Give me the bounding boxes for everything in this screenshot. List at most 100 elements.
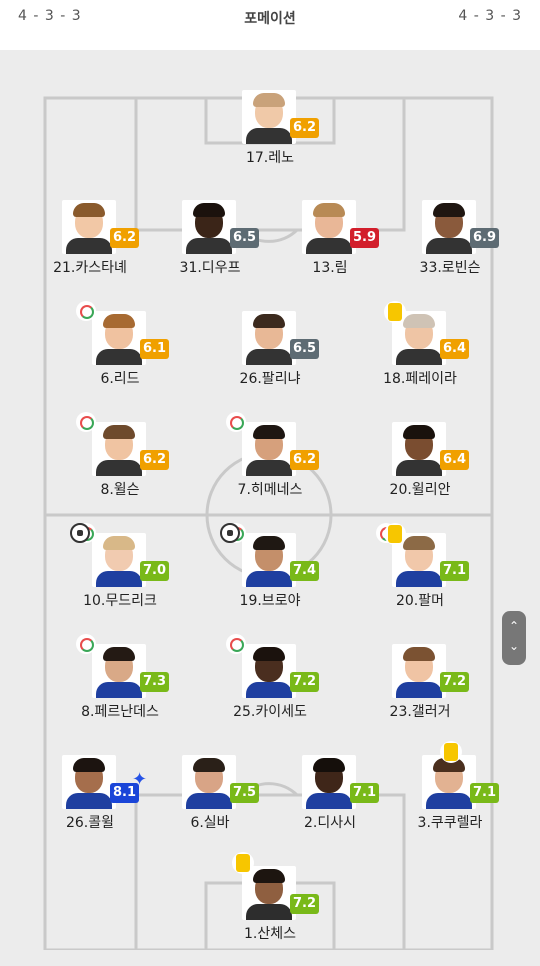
substitution-icon: [76, 634, 96, 654]
player-photo: [242, 422, 296, 476]
player-rating: 7.2: [290, 894, 320, 914]
player-card[interactable]: 7.4 19.브로야: [210, 523, 330, 633]
player-shirt: [66, 793, 112, 809]
yellow-card-icon: [440, 741, 462, 763]
scroll-control[interactable]: ⌃ ⌄: [502, 611, 526, 665]
player-card[interactable]: 6.5 31.디우프: [150, 200, 270, 300]
player-name: 13.림: [312, 260, 348, 276]
player-shirt: [246, 571, 292, 587]
player-shirt: [246, 460, 292, 476]
player-rating: 7.4: [290, 561, 320, 581]
player-shirt: [96, 571, 142, 587]
player-photo: [302, 755, 356, 809]
player-hair: [253, 93, 285, 107]
player-photo: [392, 422, 446, 476]
player-shirt: [66, 238, 112, 254]
player-photo: [242, 644, 296, 698]
player-card[interactable]: 5.9 13.림: [270, 200, 390, 300]
scroll-down-icon[interactable]: ⌄: [502, 639, 526, 653]
player-name: 18.페레이라: [383, 371, 457, 387]
formation-header: 4 - 3 - 3 포메이션 4 - 3 - 3: [0, 0, 540, 38]
player-card[interactable]: 6.2 21.카스타녜: [30, 200, 150, 300]
player-name: 17.레노: [245, 150, 295, 166]
player-shirt: [396, 349, 442, 365]
player-rating: 7.1: [440, 561, 470, 581]
player-card[interactable]: 6.1 6.리드: [60, 301, 180, 411]
player-hair: [433, 203, 465, 217]
player-hair: [253, 869, 285, 883]
player-card[interactable]: 6.9 33.로빈슨: [390, 200, 510, 300]
scroll-up-icon[interactable]: ⌃: [502, 619, 526, 633]
away-formation: 4 - 3 - 3: [458, 8, 522, 24]
player-name: 26.팔리냐: [239, 371, 301, 387]
player-hair: [313, 203, 345, 217]
player-shirt: [96, 682, 142, 698]
player-rating: 7.2: [440, 672, 470, 692]
player-card[interactable]: 6.4 20.윌리안: [360, 422, 480, 522]
player-photo: [62, 755, 116, 809]
player-card[interactable]: 7.1 3.쿠쿠렐라: [390, 741, 510, 855]
player-photo: [182, 200, 236, 254]
player-photo: [182, 755, 236, 809]
player-name: 8.페르난데스: [81, 704, 159, 720]
player-card[interactable]: 6.5 26.팔리냐: [210, 311, 330, 411]
player-card[interactable]: 6.2 7.히메네스: [210, 412, 330, 522]
player-rating: 6.9: [470, 228, 500, 248]
player-hair: [73, 758, 105, 772]
player-rating: 7.0: [140, 561, 170, 581]
player-hair: [253, 536, 285, 550]
player-shirt: [426, 238, 472, 254]
player-photo: [242, 90, 296, 144]
player-name: 7.히메네스: [237, 482, 303, 498]
player-shirt: [186, 238, 232, 254]
player-hair: [193, 758, 225, 772]
player-photo: [62, 200, 116, 254]
player-shirt: [96, 349, 142, 365]
player-shirt: [96, 460, 142, 476]
player-name: 1.산체스: [244, 926, 296, 942]
player-hair: [103, 536, 135, 550]
player-card[interactable]: 6.2 8.윌슨: [60, 412, 180, 522]
player-hair: [313, 758, 345, 772]
player-hair: [253, 425, 285, 439]
player-card[interactable]: 6.4 18.페레이라: [360, 301, 480, 411]
player-name: 20.윌리안: [389, 482, 451, 498]
player-shirt: [246, 904, 292, 920]
player-shirt: [246, 128, 292, 144]
player-card[interactable]: 8.1 26.콜윌 ✦: [30, 755, 150, 855]
player-card[interactable]: 7.1 20.팔머: [360, 523, 480, 633]
player-photo: [242, 866, 296, 920]
player-name: 25.카이세도: [233, 704, 307, 720]
player-rating: 6.5: [230, 228, 260, 248]
player-rating: 6.2: [140, 450, 170, 470]
substitution-icon: [226, 634, 246, 654]
player-hair: [403, 647, 435, 661]
player-card[interactable]: 7.0 10.무드리크: [60, 523, 180, 633]
player-rating: 7.2: [290, 672, 320, 692]
player-shirt: [186, 793, 232, 809]
player-card[interactable]: 7.2 25.카이세도: [210, 634, 330, 744]
player-card[interactable]: 7.2 1.산체스: [210, 852, 330, 966]
player-rating: 7.1: [350, 783, 380, 803]
player-hair: [103, 647, 135, 661]
player-photo: [92, 422, 146, 476]
player-hair: [103, 425, 135, 439]
player-card[interactable]: 7.1 2.디사시: [270, 755, 390, 855]
player-hair: [403, 314, 435, 328]
player-rating: 6.4: [440, 339, 470, 359]
player-card[interactable]: 7.3 8.페르난데스: [60, 634, 180, 744]
player-name: 26.콜윌: [65, 815, 115, 831]
player-card[interactable]: 7.2 23.갤러거: [360, 644, 480, 744]
player-shirt: [396, 571, 442, 587]
substitution-icon: [226, 412, 246, 432]
player-name: 23.갤러거: [389, 704, 451, 720]
player-name: 10.무드리크: [83, 593, 157, 609]
player-hair: [193, 203, 225, 217]
player-shirt: [306, 793, 352, 809]
player-card[interactable]: 7.5 6.실바: [150, 755, 270, 855]
player-photo: [422, 755, 476, 809]
player-name: 3.쿠쿠렐라: [417, 815, 483, 831]
player-hair: [253, 647, 285, 661]
player-photo: [302, 200, 356, 254]
player-card[interactable]: 6.2 17.레노: [210, 90, 330, 190]
